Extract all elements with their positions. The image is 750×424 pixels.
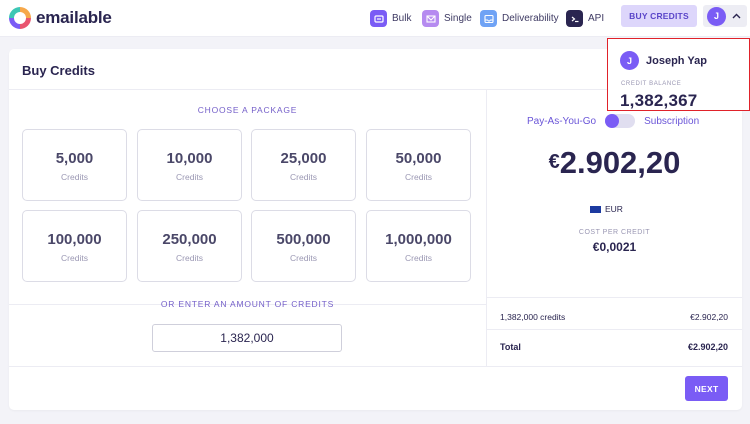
inbox-icon bbox=[480, 10, 497, 27]
next-button[interactable]: NEXT bbox=[685, 376, 728, 401]
package-amount: 1,000,000 bbox=[385, 231, 452, 248]
emailable-logo-icon bbox=[9, 7, 31, 29]
nav-bulk[interactable]: Bulk bbox=[370, 9, 411, 28]
cost-per-credit-label: COST PER CREDIT bbox=[578, 229, 651, 236]
nav-deliverability-label: Deliverability bbox=[502, 13, 559, 24]
package-unit: Credits bbox=[405, 253, 432, 263]
package-amount: 10,000 bbox=[166, 150, 213, 167]
billing-toggle[interactable] bbox=[605, 114, 636, 128]
nav-deliverability[interactable]: Deliverability bbox=[480, 9, 559, 28]
total-price: €2.902,20 bbox=[487, 145, 742, 181]
enter-amount-label: OR ENTER AN AMOUNT OF CREDITS bbox=[160, 299, 335, 309]
dropdown-avatar: J bbox=[620, 51, 639, 70]
package-option[interactable]: 5,000 Credits bbox=[22, 129, 127, 201]
choose-package-label: CHOOSE A PACKAGE bbox=[197, 105, 298, 115]
package-option[interactable]: 1,000,000 Credits bbox=[366, 210, 471, 282]
envelope-icon bbox=[422, 10, 439, 27]
package-amount: 25,000 bbox=[280, 150, 327, 167]
total-value: €2.902,20 bbox=[687, 342, 728, 352]
chevron-up-icon bbox=[732, 11, 741, 22]
package-unit: Credits bbox=[61, 253, 88, 263]
package-unit: Credits bbox=[290, 172, 317, 182]
summary-line-label: 1,382,000 credits bbox=[500, 312, 566, 322]
summary-line: 1,382,000 credits €2.902,20 bbox=[500, 312, 728, 322]
payg-label: Pay-As-You-Go bbox=[527, 115, 597, 127]
divider bbox=[486, 90, 487, 366]
package-unit: Credits bbox=[290, 253, 317, 263]
package-amount: 250,000 bbox=[162, 231, 217, 248]
credit-amount-input[interactable]: 1,382,000 bbox=[152, 324, 342, 352]
eu-flag-icon bbox=[590, 205, 601, 213]
subscription-label: Subscription bbox=[644, 115, 700, 127]
dropdown-user: J Joseph Yap bbox=[620, 51, 707, 70]
package-unit: Credits bbox=[405, 172, 432, 182]
package-amount: 100,000 bbox=[47, 231, 102, 248]
package-unit: Credits bbox=[176, 253, 203, 263]
package-unit: Credits bbox=[61, 172, 88, 182]
package-option[interactable]: 25,000 Credits bbox=[251, 129, 356, 201]
buy-credits-button[interactable]: BUY CREDITS bbox=[621, 5, 697, 27]
bulk-icon bbox=[370, 10, 387, 27]
user-name: Joseph Yap bbox=[646, 54, 707, 67]
brand-logo[interactable]: emailable bbox=[9, 7, 112, 29]
page-title: Buy Credits bbox=[22, 63, 95, 78]
price-amount: 2.902,20 bbox=[559, 145, 681, 180]
package-option[interactable]: 500,000 Credits bbox=[251, 210, 356, 282]
currency-selector[interactable]: EUR bbox=[590, 204, 623, 214]
user-menu-button[interactable]: J bbox=[703, 5, 747, 27]
top-navbar: emailable Bulk Single Deliverability API… bbox=[0, 0, 750, 37]
divider bbox=[487, 297, 742, 298]
divider bbox=[487, 329, 742, 330]
currency-symbol: € bbox=[548, 151, 560, 173]
toggle-knob bbox=[605, 114, 620, 128]
package-option[interactable]: 50,000 Credits bbox=[366, 129, 471, 201]
avatar: J bbox=[707, 6, 726, 26]
brand-name: emailable bbox=[36, 8, 112, 27]
nav-single[interactable]: Single bbox=[422, 9, 472, 28]
summary-line-value: €2.902,20 bbox=[690, 312, 728, 322]
package-option[interactable]: 10,000 Credits bbox=[137, 129, 242, 201]
billing-toggle-row: Pay-As-You-Go Subscription bbox=[527, 114, 699, 128]
package-amount: 500,000 bbox=[276, 231, 331, 248]
cost-per-credit-value: €0,0021 bbox=[592, 240, 637, 254]
user-dropdown: J Joseph Yap CREDIT BALANCE 1,382,367 bbox=[607, 38, 750, 111]
package-amount: 5,000 bbox=[55, 150, 94, 167]
nav-single-label: Single bbox=[444, 13, 472, 24]
nav-bulk-label: Bulk bbox=[392, 13, 412, 24]
package-option[interactable]: 250,000 Credits bbox=[137, 210, 242, 282]
terminal-icon bbox=[566, 10, 583, 27]
credit-balance-value: 1,382,367 bbox=[620, 91, 698, 110]
total-label: Total bbox=[500, 342, 521, 352]
package-amount: 50,000 bbox=[395, 150, 442, 167]
credit-balance-label: CREDIT BALANCE bbox=[621, 81, 682, 87]
package-option[interactable]: 100,000 Credits bbox=[22, 210, 127, 282]
summary-total: Total €2.902,20 bbox=[500, 342, 728, 352]
divider bbox=[9, 366, 742, 367]
nav-api-label: API bbox=[588, 13, 605, 24]
currency-code: EUR bbox=[605, 204, 623, 214]
package-unit: Credits bbox=[176, 172, 203, 182]
nav-api[interactable]: API bbox=[566, 9, 604, 28]
